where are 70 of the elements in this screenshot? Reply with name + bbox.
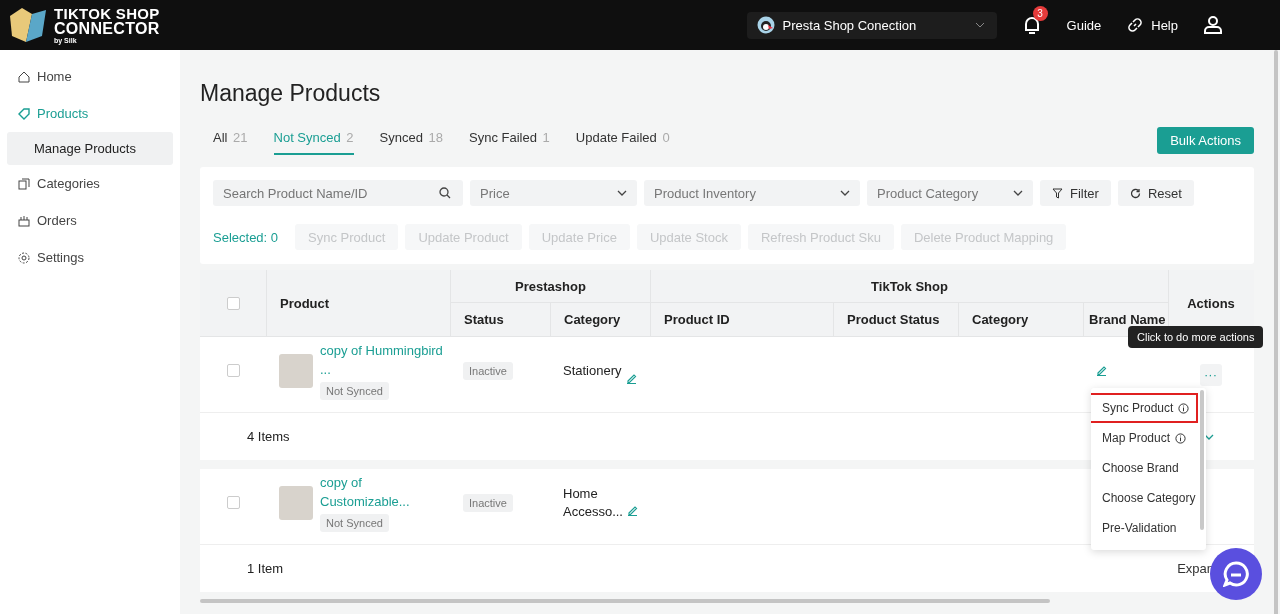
select-field[interactable]: Product Category <box>867 180 1033 206</box>
settings-icon <box>18 251 30 264</box>
filter-tab[interactable]: Sync Failed 1 <box>469 125 550 155</box>
item-count: 1 Item <box>247 561 284 576</box>
filter-icon <box>1052 187 1063 199</box>
filter-tab[interactable]: Synced 18 <box>379 125 444 155</box>
menu-item[interactable]: Sync Product <box>1091 393 1198 423</box>
edit-icon[interactable] <box>625 373 637 384</box>
chevron-down-icon <box>840 190 850 196</box>
reset-icon <box>1129 187 1141 199</box>
logo-text: CONNECTOR <box>54 21 160 37</box>
search-icon <box>439 187 451 199</box>
notification-badge: 3 <box>1032 6 1048 21</box>
select-field[interactable]: Product Inventory <box>644 180 860 206</box>
filter-tab[interactable]: All 21 <box>213 125 248 155</box>
reset-button[interactable]: Reset <box>1117 180 1194 206</box>
select-field[interactable]: Price <box>470 180 637 206</box>
logo-text: TIKTOK SHOP <box>54 6 160 21</box>
sidebar-item[interactable]: Home <box>0 58 180 95</box>
user-icon[interactable] <box>1204 16 1222 34</box>
checkbox[interactable] <box>226 496 240 509</box>
edit-icon[interactable] <box>626 505 638 516</box>
filter-tab[interactable]: Update Failed 0 <box>575 125 670 155</box>
copy-icon <box>18 177 30 190</box>
checkbox[interactable] <box>226 364 240 377</box>
home-icon <box>18 70 30 83</box>
status-badge: Inactive <box>463 361 513 380</box>
bell-icon[interactable] <box>1022 15 1041 35</box>
column-group-header: TikTok Shop <box>650 270 1168 303</box>
vertical-scrollbar[interactable] <box>1274 50 1278 614</box>
info-icon <box>1178 402 1190 414</box>
selected-count: Selected: 0 <box>213 229 279 245</box>
menu-item[interactable]: Pre-Validation <box>1091 513 1198 543</box>
menu-scrollbar[interactable] <box>1200 390 1204 530</box>
sync-status-badge: Not Synced <box>320 382 389 400</box>
sidebar-item[interactable]: Categories <box>0 165 180 202</box>
search-field[interactable]: Search Product Name/ID <box>213 180 463 206</box>
info-icon <box>1175 432 1187 444</box>
category-text: Stationery <box>563 361 622 380</box>
chevron-down-icon <box>974 22 985 28</box>
page-title: Manage Products <box>200 80 382 107</box>
filter-button[interactable]: Filter <box>1040 180 1111 206</box>
guide-link[interactable]: Guide <box>1066 17 1102 33</box>
product-photo-placeholder <box>279 485 313 520</box>
bird-avatar-icon <box>756 16 775 34</box>
product-photo-placeholder <box>279 353 313 388</box>
menu-item[interactable]: Map Product <box>1091 423 1198 453</box>
link-icon <box>1127 17 1144 33</box>
checkbox[interactable] <box>226 296 240 310</box>
horizontal-scrollbar[interactable] <box>200 599 1050 603</box>
box-icon <box>18 214 30 227</box>
sidebar-item[interactable]: Orders <box>0 202 180 239</box>
menu-item[interactable]: Choose Category <box>1091 483 1198 513</box>
shop-select[interactable]: Presta Shop Conection <box>746 11 997 39</box>
help-link[interactable]: Help <box>1127 17 1178 33</box>
sidebar-item[interactable]: Settings <box>0 239 180 276</box>
chat-icon <box>1223 561 1249 587</box>
category-text: Home Accesso... <box>563 484 623 521</box>
chevron-down-icon <box>617 190 627 196</box>
chat-button[interactable] <box>1210 548 1262 600</box>
menu-item[interactable]: Choose Brand <box>1091 453 1198 483</box>
tooltip: Click to do more actions <box>1128 326 1264 348</box>
sync-status-badge: Not Synced <box>320 514 389 532</box>
tag-icon <box>18 107 30 120</box>
item-count: 4 Items <box>247 429 290 444</box>
status-badge: Inactive <box>463 493 513 512</box>
sidebar-subitem[interactable]: Manage Products <box>7 132 173 165</box>
chevron-down-icon <box>1013 190 1023 196</box>
edit-icon[interactable] <box>1096 365 1107 376</box>
column-group-header: Prestashop <box>450 270 650 303</box>
